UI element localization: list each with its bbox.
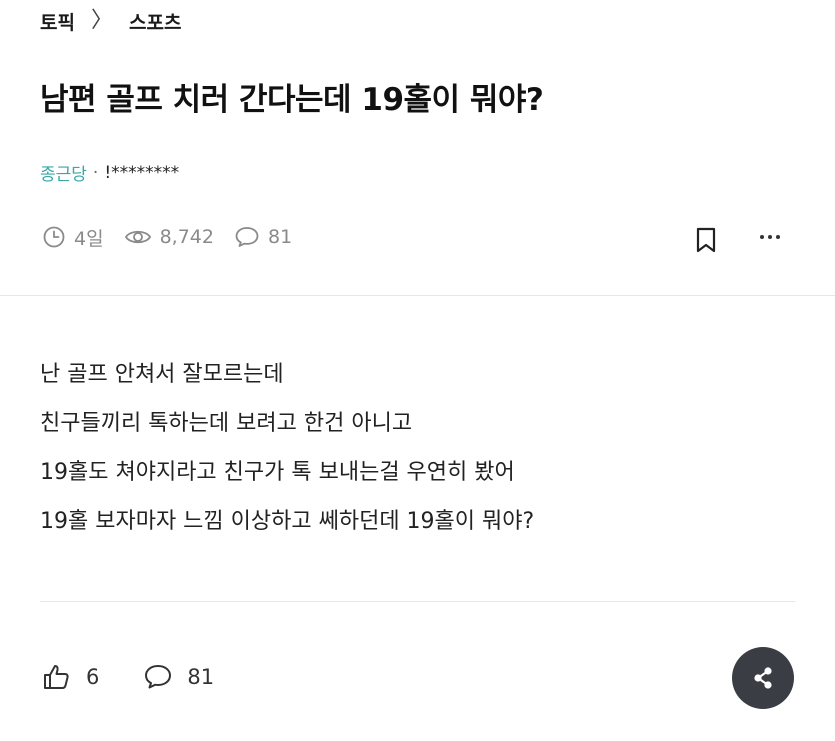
breadcrumb: 토픽 〉 스포츠 <box>40 6 181 36</box>
breadcrumb-category[interactable]: 스포츠 <box>129 8 181 35</box>
comment-button[interactable]: 81 <box>143 663 214 691</box>
comment-icon <box>235 227 259 247</box>
more-dot <box>768 235 772 239</box>
post-views: 8,742 <box>124 225 214 249</box>
author-separator: · <box>92 162 99 183</box>
author-company[interactable]: 종근당 <box>40 160 87 185</box>
share-icon <box>754 667 772 689</box>
bookmark-icon <box>696 227 716 253</box>
post-page: 토픽 〉 스포츠 남편 골프 치러 간다는데 19홀이 뭐야? 종근당 · !*… <box>0 0 835 741</box>
body-line: 난 골프 안쳐서 잘모르는데 <box>40 362 284 387</box>
breadcrumb-topic[interactable]: 토픽 <box>40 8 75 35</box>
views-count: 8,742 <box>159 226 214 248</box>
share-button[interactable] <box>732 647 794 709</box>
body-line: 19홀 보자마자 느낌 이상하고 쎄하던데 19홀이 뭐야? <box>40 509 535 534</box>
post-time: 4일 <box>42 224 104 251</box>
body-line: 19홀도 쳐야지라고 친구가 톡 보내는걸 우연히 봤어 <box>40 460 515 485</box>
divider <box>0 295 835 296</box>
footer-comments-count: 81 <box>187 665 215 689</box>
thumbs-up-icon <box>44 665 69 689</box>
time-label: 4일 <box>74 227 104 250</box>
eye-icon <box>124 230 151 244</box>
post-body: 난 골프 안쳐서 잘모르는데 친구들끼리 톡하는데 보려고 한건 아니고 19홀… <box>40 350 534 546</box>
post-title: 남편 골프 치러 간다는데 19홀이 뭐야? <box>40 82 544 118</box>
chevron-right-icon: 〉 <box>90 8 113 33</box>
post-meta: 4일 8,742 81 <box>42 222 292 252</box>
more-icon[interactable] <box>760 235 780 239</box>
divider <box>40 601 795 602</box>
author-name: !******** <box>104 162 180 183</box>
post-comments[interactable]: 81 <box>234 225 292 249</box>
more-dot <box>776 235 780 239</box>
comments-count: 81 <box>267 226 293 248</box>
bookmark-button[interactable] <box>694 226 718 258</box>
body-line: 친구들끼리 톡하는데 보려고 한건 아니고 <box>40 411 413 436</box>
comment-icon <box>145 665 172 689</box>
clock-icon <box>43 226 65 248</box>
likes-count: 6 <box>86 665 100 689</box>
more-dot <box>760 235 764 239</box>
author-line: 종근당 · !******** <box>40 160 180 186</box>
post-actions: 6 81 <box>42 660 214 694</box>
like-button[interactable]: 6 <box>42 662 99 692</box>
